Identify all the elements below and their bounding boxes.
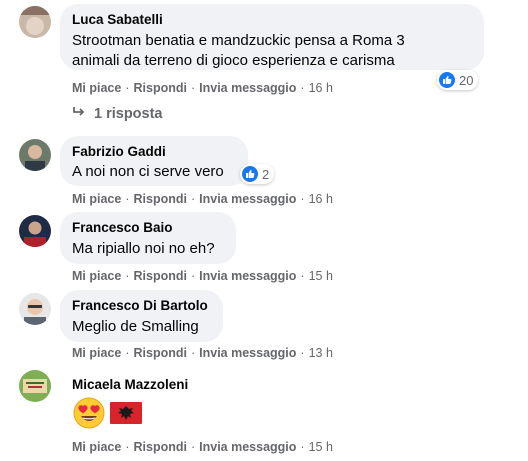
heart-eyes-emoji xyxy=(72,396,106,435)
comment-author[interactable]: Micaela Mazzoleni xyxy=(72,376,188,393)
timestamp[interactable]: 13 h xyxy=(309,346,333,360)
like-reaction-icon xyxy=(242,166,258,182)
timestamp[interactable]: 15 h xyxy=(309,440,333,454)
comment-author[interactable]: Francesco Di Bartolo xyxy=(72,297,211,314)
comment-actions: Mi piace · Rispondi · Invia messaggio · 16 h xyxy=(72,81,333,95)
reply-arrow-icon xyxy=(72,106,86,122)
comment-bubble: Fabrizio Gaddi A noi non ci serve vero xyxy=(60,136,248,186)
comment-text: A noi non ci serve vero xyxy=(72,163,224,180)
like-button[interactable]: Mi piace xyxy=(72,81,121,95)
timestamp[interactable]: 16 h xyxy=(309,81,333,95)
reaction-number: 2 xyxy=(262,166,270,182)
avatar[interactable] xyxy=(19,293,51,325)
send-message-button[interactable]: Invia messaggio xyxy=(199,269,296,283)
reaction-count[interactable]: 20 xyxy=(437,70,479,90)
send-message-button[interactable]: Invia messaggio xyxy=(199,81,296,95)
albania-flag-emoji xyxy=(108,396,144,435)
comment-author[interactable]: Luca Sabatelli xyxy=(72,11,472,28)
timestamp[interactable]: 16 h xyxy=(309,192,333,206)
replies-count: 1 risposta xyxy=(94,106,163,122)
avatar[interactable] xyxy=(19,215,51,247)
send-message-button[interactable]: Invia messaggio xyxy=(199,440,296,454)
like-button[interactable]: Mi piace xyxy=(72,192,121,206)
avatar[interactable] xyxy=(19,6,51,38)
comment-bubble: Luca Sabatelli Strootman benatia e mandz… xyxy=(60,4,484,70)
comment-author[interactable]: Francesco Baio xyxy=(72,219,224,236)
reaction-number: 20 xyxy=(459,72,474,88)
timestamp[interactable]: 15 h xyxy=(309,269,333,283)
send-message-button[interactable]: Invia messaggio xyxy=(199,346,296,360)
comment-bubble: Francesco Baio Ma ripiallo noi no eh? xyxy=(60,212,236,264)
like-button[interactable]: Mi piace xyxy=(72,269,121,283)
like-button[interactable]: Mi piace xyxy=(72,440,121,454)
reply-button[interactable]: Rispondi xyxy=(134,346,187,360)
reply-button[interactable]: Rispondi xyxy=(134,192,187,206)
comment-text: Meglio de Smalling xyxy=(72,318,199,335)
reply-button[interactable]: Rispondi xyxy=(134,81,187,95)
avatar[interactable] xyxy=(19,370,51,402)
like-button[interactable]: Mi piace xyxy=(72,346,121,360)
comment-actions: Mi piace · Rispondi · Invia messaggio · 16 h xyxy=(72,192,333,206)
send-message-button[interactable]: Invia messaggio xyxy=(199,192,296,206)
reply-button[interactable]: Rispondi xyxy=(134,440,187,454)
comment-text: Ma ripiallo noi no eh? xyxy=(72,240,215,257)
reply-button[interactable]: Rispondi xyxy=(134,269,187,283)
emoji-content xyxy=(72,396,144,435)
view-replies-link[interactable]: 1 risposta xyxy=(72,106,163,122)
comment-actions: Mi piace · Rispondi · Invia messaggio · 15 h xyxy=(72,440,333,454)
comment-text: Strootman benatia e mandzuckic pensa a R… xyxy=(72,32,405,69)
reaction-count[interactable]: 2 xyxy=(240,164,275,184)
comment-actions: Mi piace · Rispondi · Invia messaggio · 15 h xyxy=(72,269,333,283)
like-reaction-icon xyxy=(439,72,455,88)
comment-actions: Mi piace · Rispondi · Invia messaggio · 13 h xyxy=(72,346,333,360)
comment-author[interactable]: Fabrizio Gaddi xyxy=(72,143,236,160)
avatar[interactable] xyxy=(19,139,51,171)
comment-bubble: Francesco Di Bartolo Meglio de Smalling xyxy=(60,290,223,342)
